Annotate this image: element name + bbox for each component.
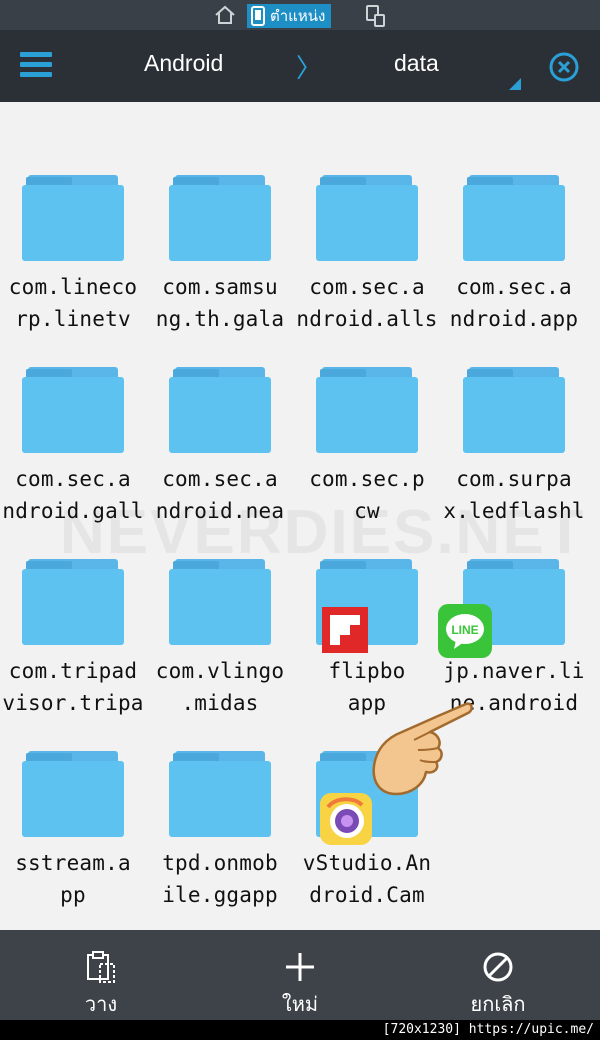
close-circle-icon[interactable] [548,51,580,83]
folder-icon [22,751,124,837]
folder-item[interactable]: com.sec.a ndroid.nea [147,367,293,557]
folder-item[interactable]: com.sec.a ndroid.alls [294,175,440,365]
folder-name-line1: sstream.a [15,851,131,875]
dropdown-corner-icon[interactable] [509,78,521,90]
folder-name-line2: ng.th.gala [155,307,285,331]
folder-item[interactable]: com.lineco rp.linetv [0,175,146,365]
folder-icon [169,367,271,453]
folder-name-line1: com.samsu [162,275,278,299]
camera360-app-icon [320,793,372,849]
folder-item[interactable]: sstream.a pp [0,751,146,930]
folder-item[interactable]: com.vlingo .midas [147,559,293,749]
folder-name-line1: com.lineco [8,275,138,299]
folder-item[interactable]: com.sec.p cw [294,367,440,557]
folder-icon [316,175,418,261]
folder-name-line2: rp.linetv [15,307,131,331]
breadcrumb-android[interactable]: Android [144,50,223,77]
status-bar: ตำแหน่ง [0,0,600,30]
folder-name-line1: com.surpa [456,467,572,491]
folder-name-line2: x.ledflashl [443,499,585,523]
folder-icon [316,367,418,453]
folder-item[interactable]: com.instagram.andr [147,102,293,107]
folder-name-line2: ile.ggapp [162,883,278,907]
folder-item[interactable]: tpd.onmob ile.ggapp [147,751,293,930]
breadcrumb-separator: 〉 [296,54,323,84]
folder-name-line2: ndroid.app [449,307,579,331]
cancel-label: ยกเลิก [470,992,526,1016]
folder-name-line2: visor.tripa [2,691,144,715]
folder-name-line1: com.tripad [8,659,138,683]
folder-icon [463,175,565,261]
pointing-hand-icon [372,702,473,796]
folder-name-line1: flipbo [328,659,406,683]
folder-icon [169,175,271,261]
folder-name-line1: com.sec.a [456,275,572,299]
folder-item[interactable]: com.samsu ng.th.gala [147,175,293,365]
bottom-action-bar: วาง ใหม่ ยกเลิก [0,930,600,1020]
folder-name-line2: .midas [181,691,259,715]
folder-item[interactable]: com.tripad visor.tripa [0,559,146,749]
new-label: ใหม่ [281,992,319,1016]
folder-icon [169,559,271,645]
folder-name-line2: ndroid.alls [296,307,438,331]
new-button[interactable]: ใหม่ [225,930,375,1020]
location-label: ตำแหน่ง [270,7,326,25]
folder-icon [463,367,565,453]
flipboard-app-icon [322,607,368,657]
folder-name-line1: com.sec.p [309,467,425,491]
paste-button[interactable]: วาง [26,930,176,1020]
breadcrumb-data[interactable]: data [394,50,439,77]
file-grid: NEVERDIES.NET com.microware.officcom.ins… [0,102,600,930]
line-app-label: LINE [451,623,478,637]
folder-name-line1: com.vlingo [155,659,285,683]
folder-icon [22,175,124,261]
home-icon[interactable] [214,5,236,25]
folder-name-line1: com.sec.a [162,467,278,491]
line-app-icon: LINE [438,604,492,662]
folder-item[interactable]: com.surpa x.ledflashl [441,367,587,557]
image-footer: [720x1230] https://upic.me/ [0,1020,600,1040]
footer-text: [720x1230] https://upic.me/ [382,1022,594,1037]
paste-label: วาง [84,992,118,1016]
toolbar: Android 〉 data [0,30,600,102]
folder-item[interactable]: com.sec.a ndroid.gall [0,367,146,557]
folder-icon [22,367,124,453]
folder-icon [169,751,271,837]
cancel-button[interactable]: ยกเลิก [423,930,573,1020]
folder-name-line1: tpd.onmob [162,851,278,875]
folder-item[interactable]: com.lineccrp.b612.a [441,102,587,107]
folder-name-line2: cw [354,499,380,523]
network-storage-icon[interactable] [366,5,386,27]
folder-name-line2: ndroid.gall [2,499,144,523]
location-tab[interactable]: ตำแหน่ง [247,4,332,28]
folder-name-line1: vStudio.An [302,851,432,875]
folder-name-line2: droid.Cam [309,883,425,907]
prohibit-icon [483,952,513,982]
phone-icon [251,6,265,26]
plus-icon [286,953,314,981]
folder-name-line1: com.sec.a [15,467,131,491]
folder-item[interactable]: com.kasikorn.retail. [294,102,440,107]
folder-name-line2: ndroid.nea [155,499,285,523]
clipboard-icon [87,951,115,983]
folder-name-line2: pp [60,883,86,907]
folder-icon [22,559,124,645]
folder-item[interactable]: com.microware.offic [0,102,146,107]
hamburger-menu-icon[interactable] [20,52,52,78]
folder-name-line1: com.sec.a [309,275,425,299]
folder-item[interactable]: com.sec.a ndroid.app [441,175,587,365]
